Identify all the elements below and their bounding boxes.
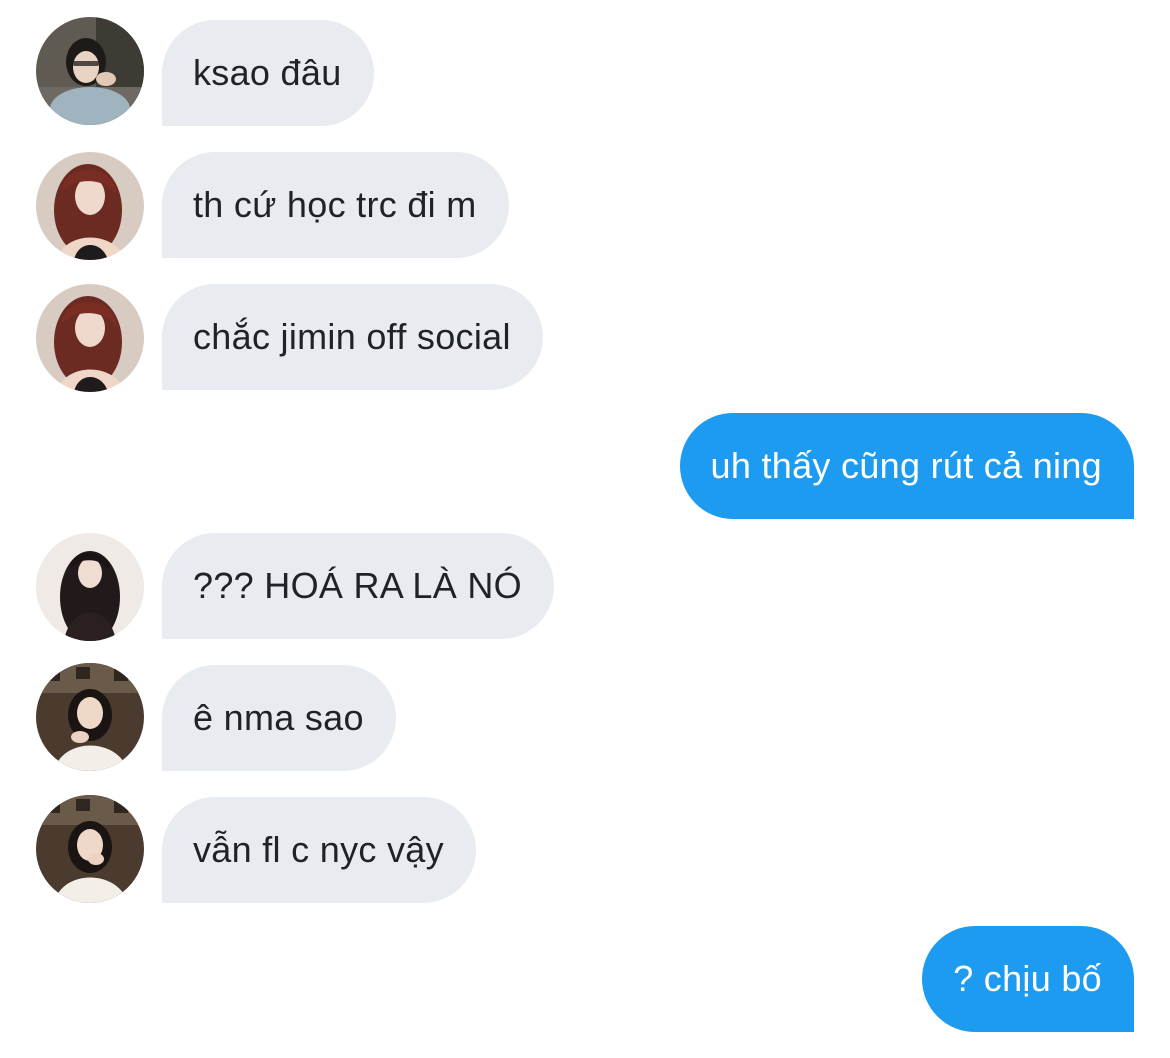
sender-avatar[interactable] [36,795,144,903]
sender-avatar[interactable] [36,17,144,125]
avatar-photo-icon [36,663,144,771]
sender-avatar[interactable] [36,284,144,392]
sender-avatar[interactable] [36,663,144,771]
sender-avatar[interactable] [36,152,144,260]
message-thread: ksao đâu th cứ học trc đi m chắc jimin o… [0,0,1170,1058]
incoming-message-bubble[interactable]: th cứ học trc đi m [162,152,509,258]
outgoing-message-bubble[interactable]: uh thấy cũng rút cả ning [679,413,1134,519]
avatar-photo-icon [36,152,144,260]
avatar-photo-icon [36,533,144,641]
incoming-message-bubble[interactable]: vẫn fl c nyc vậy [162,797,476,903]
incoming-message-bubble[interactable]: chắc jimin off social [162,284,543,390]
sender-avatar[interactable] [36,533,144,641]
incoming-message-bubble[interactable]: ê nma sao [162,665,396,771]
avatar-photo-icon [36,17,144,125]
outgoing-message-bubble[interactable]: ? chịu bố [922,926,1134,1032]
avatar-photo-icon [36,795,144,903]
incoming-message-bubble[interactable]: ksao đâu [162,20,374,126]
incoming-message-bubble[interactable]: ??? HOÁ RA LÀ NÓ [162,533,554,639]
avatar-photo-icon [36,284,144,392]
